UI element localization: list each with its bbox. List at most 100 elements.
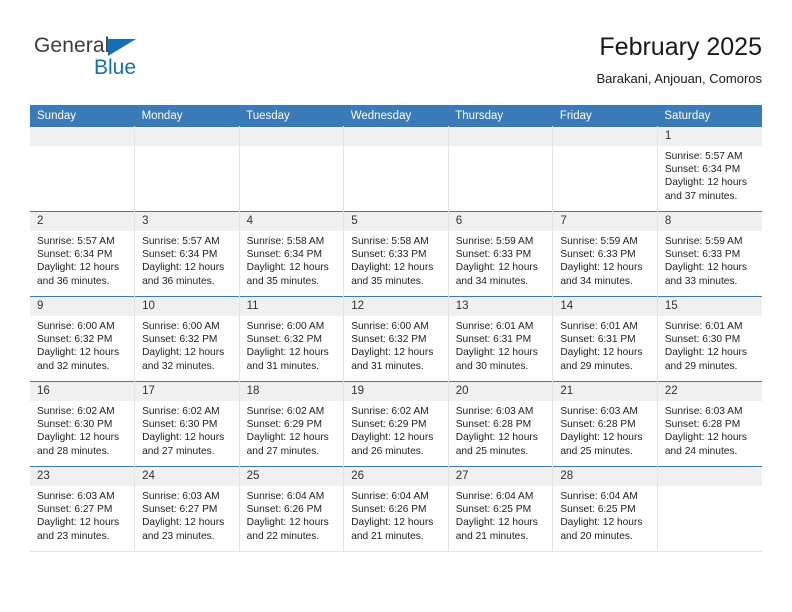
daylight-text-line2: and 30 minutes. <box>455 360 529 372</box>
daylight-text-line1: Daylight: 12 hours <box>246 262 329 274</box>
daylight-text-line2: and 23 minutes. <box>142 530 215 542</box>
day-number <box>553 127 657 146</box>
daylight-text-line2: and 34 minutes. <box>560 275 633 287</box>
calendar-day-cell[interactable]: 12 Sunrise: 6:00 AM Sunset: 6:32 PM Dayligh… <box>343 296 449 382</box>
daylight-text-line2: and 33 minutes. <box>664 275 738 287</box>
sunrise-text: Sunrise: 6:03 AM <box>560 406 638 417</box>
calendar-day-cell[interactable]: 1 Sunrise: 5:57 AM Sunset: 6:34 PM Daylight… <box>657 126 762 212</box>
day-details: Sunrise: 6:00 AM Sunset: 6:32 PM Daylight:… <box>240 316 344 373</box>
calendar-day-cell[interactable]: 13 Sunrise: 6:01 AM Sunset: 6:31 PM Dayligh… <box>448 296 554 382</box>
daylight-text-line1: Daylight: 12 hours <box>560 432 643 444</box>
calendar-day-cell[interactable]: 26 Sunrise: 6:04 AM Sunset: 6:26 PM Dayligh… <box>343 466 449 552</box>
daylight-text-line2: and 26 minutes. <box>351 445 424 457</box>
daylight-text-line1: Daylight: 12 hours <box>455 347 538 359</box>
calendar-day-cell[interactable]: 7 Sunrise: 5:59 AM Sunset: 6:33 PM Daylight… <box>552 211 658 297</box>
daylight-text-line1: Daylight: 12 hours <box>351 517 434 529</box>
calendar-header-row: Sunday Monday Tuesday Wednesday Thursday… <box>30 105 762 127</box>
sunset-text: Sunset: 6:28 PM <box>664 419 741 431</box>
page-title: February 2025 <box>599 33 762 61</box>
day-details: Sunrise: 5:57 AM Sunset: 6:34 PM Daylight:… <box>658 146 762 203</box>
day-details: Sunrise: 6:00 AM Sunset: 6:32 PM Daylight:… <box>135 316 239 373</box>
calendar-day-cell-empty <box>30 126 136 212</box>
daylight-text-line2: and 24 minutes. <box>664 445 738 457</box>
day-number: 6 <box>448 212 553 231</box>
day-details: Sunrise: 6:02 AM Sunset: 6:29 PM Daylight:… <box>240 401 344 458</box>
sunset-text: Sunset: 6:32 PM <box>351 334 427 346</box>
sunset-text: Sunset: 6:32 PM <box>37 334 113 346</box>
daylight-text-line2: and 32 minutes. <box>142 360 215 372</box>
calendar-day-cell[interactable]: 2 Sunrise: 5:57 AM Sunset: 6:34 PM Daylight… <box>30 211 136 297</box>
day-number: 4 <box>239 212 344 231</box>
daylight-text-line2: and 28 minutes. <box>37 445 110 457</box>
calendar-day-cell[interactable]: 24 Sunrise: 6:03 AM Sunset: 6:27 PM Dayligh… <box>134 466 240 552</box>
calendar-day-cell[interactable]: 3 Sunrise: 5:57 AM Sunset: 6:34 PM Daylight… <box>134 211 240 297</box>
daylight-text-line1: Daylight: 12 hours <box>351 432 434 444</box>
calendar-day-cell[interactable]: 11 Sunrise: 6:00 AM Sunset: 6:32 PM Dayligh… <box>239 296 345 382</box>
day-details: Sunrise: 6:04 AM Sunset: 6:26 PM Daylight:… <box>240 486 344 543</box>
day-number: 28 <box>553 467 657 486</box>
day-details: Sunrise: 6:03 AM Sunset: 6:27 PM Daylight:… <box>30 486 134 543</box>
calendar-day-cell[interactable]: 20 Sunrise: 6:03 AM Sunset: 6:28 PM Dayligh… <box>448 381 554 467</box>
calendar-day-cell[interactable]: 4 Sunrise: 5:58 AM Sunset: 6:34 PM Daylight… <box>239 211 345 297</box>
sunrise-sunset-calendar: Sunday Monday Tuesday Wednesday Thursday… <box>30 105 762 552</box>
sunrise-text: Sunrise: 6:03 AM <box>142 491 220 502</box>
daylight-text-line2: and 36 minutes. <box>142 275 215 287</box>
daylight-text-line2: and 35 minutes. <box>246 275 320 287</box>
day-details: Sunrise: 6:02 AM Sunset: 6:30 PM Daylight:… <box>30 401 134 458</box>
calendar-week-row: 16 Sunrise: 6:02 AM Sunset: 6:30 PM Dayligh… <box>30 381 762 467</box>
calendar-day-cell[interactable]: 16 Sunrise: 6:02 AM Sunset: 6:30 PM Dayligh… <box>30 381 136 467</box>
day-details: Sunrise: 6:04 AM Sunset: 6:26 PM Daylight:… <box>344 486 448 543</box>
calendar-day-cell[interactable]: 23 Sunrise: 6:03 AM Sunset: 6:27 PM Dayligh… <box>30 466 136 552</box>
generalblue-logo[interactable]: General Blue <box>34 34 214 82</box>
daylight-text-line1: Daylight: 12 hours <box>664 262 747 274</box>
calendar-day-cell[interactable]: 15 Sunrise: 6:01 AM Sunset: 6:30 PM Dayligh… <box>657 296 762 382</box>
sunset-text: Sunset: 6:32 PM <box>246 334 322 346</box>
sunset-text: Sunset: 6:31 PM <box>560 334 636 346</box>
calendar-day-cell[interactable]: 10 Sunrise: 6:00 AM Sunset: 6:32 PM Dayligh… <box>134 296 240 382</box>
day-number: 21 <box>553 382 657 401</box>
sunset-text: Sunset: 6:33 PM <box>560 249 636 261</box>
calendar-week-row: 1 Sunrise: 5:57 AM Sunset: 6:34 PM Daylight… <box>30 126 762 212</box>
day-details: Sunrise: 5:59 AM Sunset: 6:33 PM Daylight:… <box>449 231 553 288</box>
daylight-text-line2: and 25 minutes. <box>560 445 633 457</box>
daylight-text-line1: Daylight: 12 hours <box>560 517 643 529</box>
calendar-day-cell[interactable]: 8 Sunrise: 5:59 AM Sunset: 6:33 PM Daylight… <box>657 211 762 297</box>
calendar-day-cell[interactable]: 14 Sunrise: 6:01 AM Sunset: 6:31 PM Dayligh… <box>552 296 658 382</box>
calendar-day-cell[interactable]: 17 Sunrise: 6:02 AM Sunset: 6:30 PM Dayligh… <box>134 381 240 467</box>
weekday-header-sunday: Sunday <box>30 105 135 127</box>
daylight-text-line1: Daylight: 12 hours <box>664 432 747 444</box>
sunset-text: Sunset: 6:26 PM <box>351 504 427 516</box>
page-subtitle: Barakani, Anjouan, Comoros <box>596 71 762 86</box>
day-number <box>30 127 135 146</box>
weekday-header-saturday: Saturday <box>657 105 762 127</box>
daylight-text-line1: Daylight: 12 hours <box>664 177 747 189</box>
sunset-text: Sunset: 6:30 PM <box>142 419 218 431</box>
calendar-day-cell[interactable]: 9 Sunrise: 6:00 AM Sunset: 6:32 PM Daylight… <box>30 296 136 382</box>
calendar-day-cell[interactable]: 6 Sunrise: 5:59 AM Sunset: 6:33 PM Daylight… <box>448 211 554 297</box>
daylight-text-line1: Daylight: 12 hours <box>142 432 225 444</box>
day-details: Sunrise: 6:02 AM Sunset: 6:29 PM Daylight:… <box>344 401 448 458</box>
calendar-day-cell-empty <box>657 466 762 552</box>
calendar-day-cell[interactable]: 21 Sunrise: 6:03 AM Sunset: 6:28 PM Dayligh… <box>552 381 658 467</box>
calendar-day-cell[interactable]: 5 Sunrise: 5:58 AM Sunset: 6:33 PM Daylight… <box>343 211 449 297</box>
daylight-text-line1: Daylight: 12 hours <box>351 347 434 359</box>
day-number: 15 <box>657 297 762 316</box>
day-number: 26 <box>344 467 448 486</box>
calendar-day-cell[interactable]: 25 Sunrise: 6:04 AM Sunset: 6:26 PM Dayligh… <box>239 466 345 552</box>
day-details: Sunrise: 6:04 AM Sunset: 6:25 PM Daylight:… <box>449 486 553 543</box>
daylight-text-line1: Daylight: 12 hours <box>142 262 225 274</box>
calendar-day-cell-empty <box>134 126 240 212</box>
daylight-text-line2: and 37 minutes. <box>664 190 738 202</box>
calendar-day-cell[interactable]: 27 Sunrise: 6:04 AM Sunset: 6:25 PM Dayligh… <box>448 466 554 552</box>
calendar-day-cell[interactable]: 28 Sunrise: 6:04 AM Sunset: 6:25 PM Dayligh… <box>552 466 658 552</box>
day-details: Sunrise: 6:00 AM Sunset: 6:32 PM Daylight:… <box>30 316 134 373</box>
sunset-text: Sunset: 6:27 PM <box>142 504 218 516</box>
calendar-day-cell[interactable]: 22 Sunrise: 6:03 AM Sunset: 6:28 PM Dayligh… <box>657 381 762 467</box>
day-number: 16 <box>30 382 135 401</box>
day-details: Sunrise: 6:02 AM Sunset: 6:30 PM Daylight:… <box>135 401 239 458</box>
day-number: 2 <box>30 212 135 231</box>
day-number <box>448 127 553 146</box>
calendar-day-cell[interactable]: 19 Sunrise: 6:02 AM Sunset: 6:29 PM Dayligh… <box>343 381 449 467</box>
sunrise-text: Sunrise: 5:57 AM <box>37 236 115 247</box>
calendar-day-cell[interactable]: 18 Sunrise: 6:02 AM Sunset: 6:29 PM Dayligh… <box>239 381 345 467</box>
